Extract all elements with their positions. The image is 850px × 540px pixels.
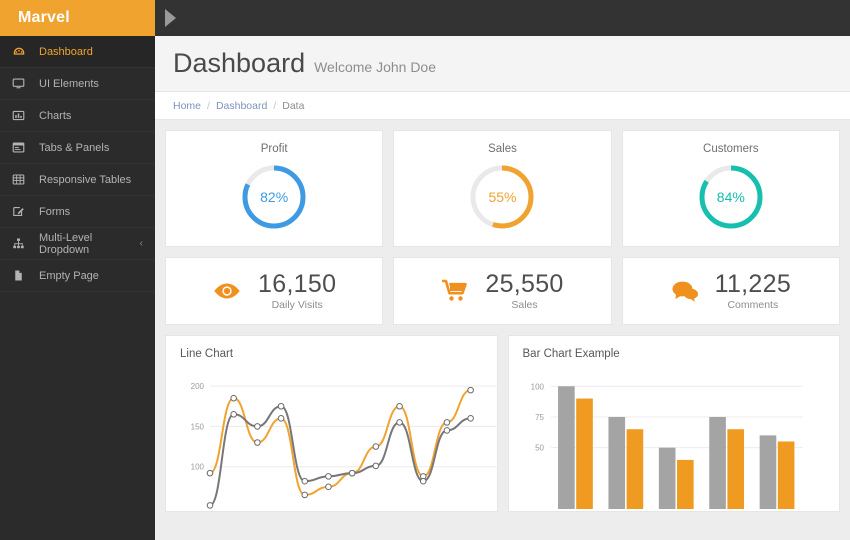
- stat-text: 11,225 Comments: [714, 270, 792, 312]
- bar-chart-panel: Bar Chart Example 50 75 100: [507, 335, 840, 513]
- sidebar-item-responsive-tables[interactable]: Responsive Tables: [0, 164, 155, 196]
- comments-icon: [671, 280, 699, 302]
- breadcrumb-item-home[interactable]: Home: [173, 100, 201, 112]
- stat-number: 11,225: [714, 270, 792, 298]
- stat-card-sales: 25,550 Sales: [393, 257, 612, 326]
- page-header: Dashboard Welcome John Doe: [155, 36, 850, 92]
- stat-row: 16,150 Daily Visits 25,550 Sales 11,225 …: [165, 257, 840, 326]
- sidebar-item-label: Tabs & Panels: [39, 141, 110, 154]
- donut-value: 84%: [716, 189, 745, 205]
- dashboard-icon: [12, 45, 32, 59]
- sidebar-item-forms[interactable]: Forms: [0, 196, 155, 228]
- brand-name: Marvel: [18, 9, 70, 26]
- sidebar-item-multi-level-dropdown[interactable]: Multi-Level Dropdown ‹: [0, 228, 155, 260]
- svg-text:150: 150: [191, 423, 205, 432]
- bar-chart-title: Bar Chart Example: [522, 348, 620, 361]
- donut-title: Customers: [703, 143, 759, 155]
- donut-chart-profit: 82%: [241, 164, 307, 230]
- line-chart-svg: 100 150 200: [191, 382, 497, 509]
- stat-card-comments: 11,225 Comments: [621, 257, 840, 326]
- sidebar-item-ui-elements[interactable]: UI Elements: [0, 68, 155, 100]
- stat-text: 25,550 Sales: [485, 270, 564, 312]
- donut-card-customers: Customers 84%: [621, 130, 840, 247]
- stat-label: Comments: [727, 299, 779, 312]
- bar-chart-body: 50 75 100: [509, 360, 840, 511]
- line-chart-panel: Line Chart 100 150 200: [165, 335, 498, 513]
- sidebar-nav: Dashboard UI Elements Charts Tabs & Pane…: [0, 36, 155, 292]
- svg-text:100: 100: [191, 463, 205, 472]
- sidebar-item-label: Dashboard: [39, 45, 93, 58]
- donut-chart-sales: 55%: [469, 164, 535, 230]
- breadcrumb: Home / Dashboard / Data: [155, 92, 850, 120]
- breadcrumb-item-data: Data: [282, 99, 305, 112]
- donut-card-profit: Profit 82%: [165, 130, 384, 247]
- donut-title: Sales: [488, 143, 517, 155]
- cart-icon: [441, 279, 469, 303]
- stat-text: 16,150 Daily Visits: [258, 270, 337, 312]
- stat-number: 16,150: [258, 270, 337, 298]
- sidebar-item-label: Empty Page: [39, 269, 99, 282]
- sidebar-toggle-icon[interactable]: [165, 9, 176, 27]
- sidebar-item-label: Charts: [39, 109, 72, 122]
- panels-icon: [12, 141, 32, 155]
- line-chart-title: Line Chart: [180, 348, 234, 361]
- chevron-left-icon: ‹: [139, 237, 143, 249]
- stat-label: Sales: [511, 299, 538, 312]
- sidebar-item-label: Forms: [39, 205, 71, 218]
- sidebar-item-label: Responsive Tables: [39, 173, 132, 186]
- svg-text:50: 50: [535, 444, 544, 453]
- sidebar-item-charts[interactable]: Charts: [0, 100, 155, 132]
- file-icon: [12, 269, 32, 283]
- monitor-icon: [12, 77, 32, 91]
- app-root: Marvel Dashboard UI Elements Charts Tabs…: [0, 0, 850, 540]
- sidebar-item-empty-page[interactable]: Empty Page: [0, 260, 155, 292]
- sidebar-item-tabs-panels[interactable]: Tabs & Panels: [0, 132, 155, 164]
- donut-value: 82%: [260, 189, 289, 205]
- donut-row: Profit 82% Sales 55% Customers 84%: [165, 130, 840, 247]
- donut-title: Profit: [260, 143, 288, 155]
- donut-card-sales: Sales 55%: [393, 130, 612, 247]
- page-title: Dashboard: [173, 48, 306, 78]
- svg-text:200: 200: [191, 382, 205, 391]
- sidebar-item-label: Multi-Level Dropdown: [39, 231, 93, 256]
- bar-chart-icon: [12, 109, 32, 123]
- svg-text:75: 75: [535, 413, 544, 422]
- sidebar-item-dashboard[interactable]: Dashboard: [0, 36, 155, 68]
- stat-card-daily-visits: 16,150 Daily Visits: [165, 257, 384, 326]
- svg-text:100: 100: [530, 383, 544, 392]
- breadcrumb-separator: /: [273, 99, 277, 112]
- chart-row: Line Chart 100 150 200 Bar Chart Example 5…: [165, 335, 840, 513]
- donut-chart-customers: 84%: [698, 164, 764, 230]
- stat-number: 25,550: [485, 270, 564, 298]
- bar-chart-svg: 50 75 100: [530, 383, 803, 510]
- line-chart-body: 100 150 200: [166, 360, 497, 511]
- breadcrumb-item-dashboard[interactable]: Dashboard: [216, 100, 267, 112]
- sidebar-item-label: UI Elements: [39, 77, 99, 90]
- sidebar: Marvel Dashboard UI Elements Charts Tabs…: [0, 0, 155, 540]
- eye-icon: [212, 281, 242, 301]
- main-area: Dashboard Welcome John Doe Home / Dashbo…: [155, 0, 850, 540]
- donut-wrap: 82%: [166, 164, 382, 230]
- dashboard-content: Profit 82% Sales 55% Customers 84% 16,15…: [155, 120, 850, 540]
- edit-square-icon: [12, 205, 32, 219]
- sitemap-icon: [12, 237, 32, 251]
- topbar: [155, 0, 850, 36]
- breadcrumb-separator: /: [207, 99, 210, 112]
- table-grid-icon: [12, 173, 32, 187]
- stat-label: Daily Visits: [271, 299, 323, 312]
- brand-logo[interactable]: Marvel: [0, 0, 155, 36]
- page-subtitle: Welcome John Doe: [314, 59, 437, 75]
- donut-value: 55%: [488, 189, 517, 205]
- donut-wrap: 84%: [623, 164, 839, 230]
- donut-wrap: 55%: [394, 164, 610, 230]
